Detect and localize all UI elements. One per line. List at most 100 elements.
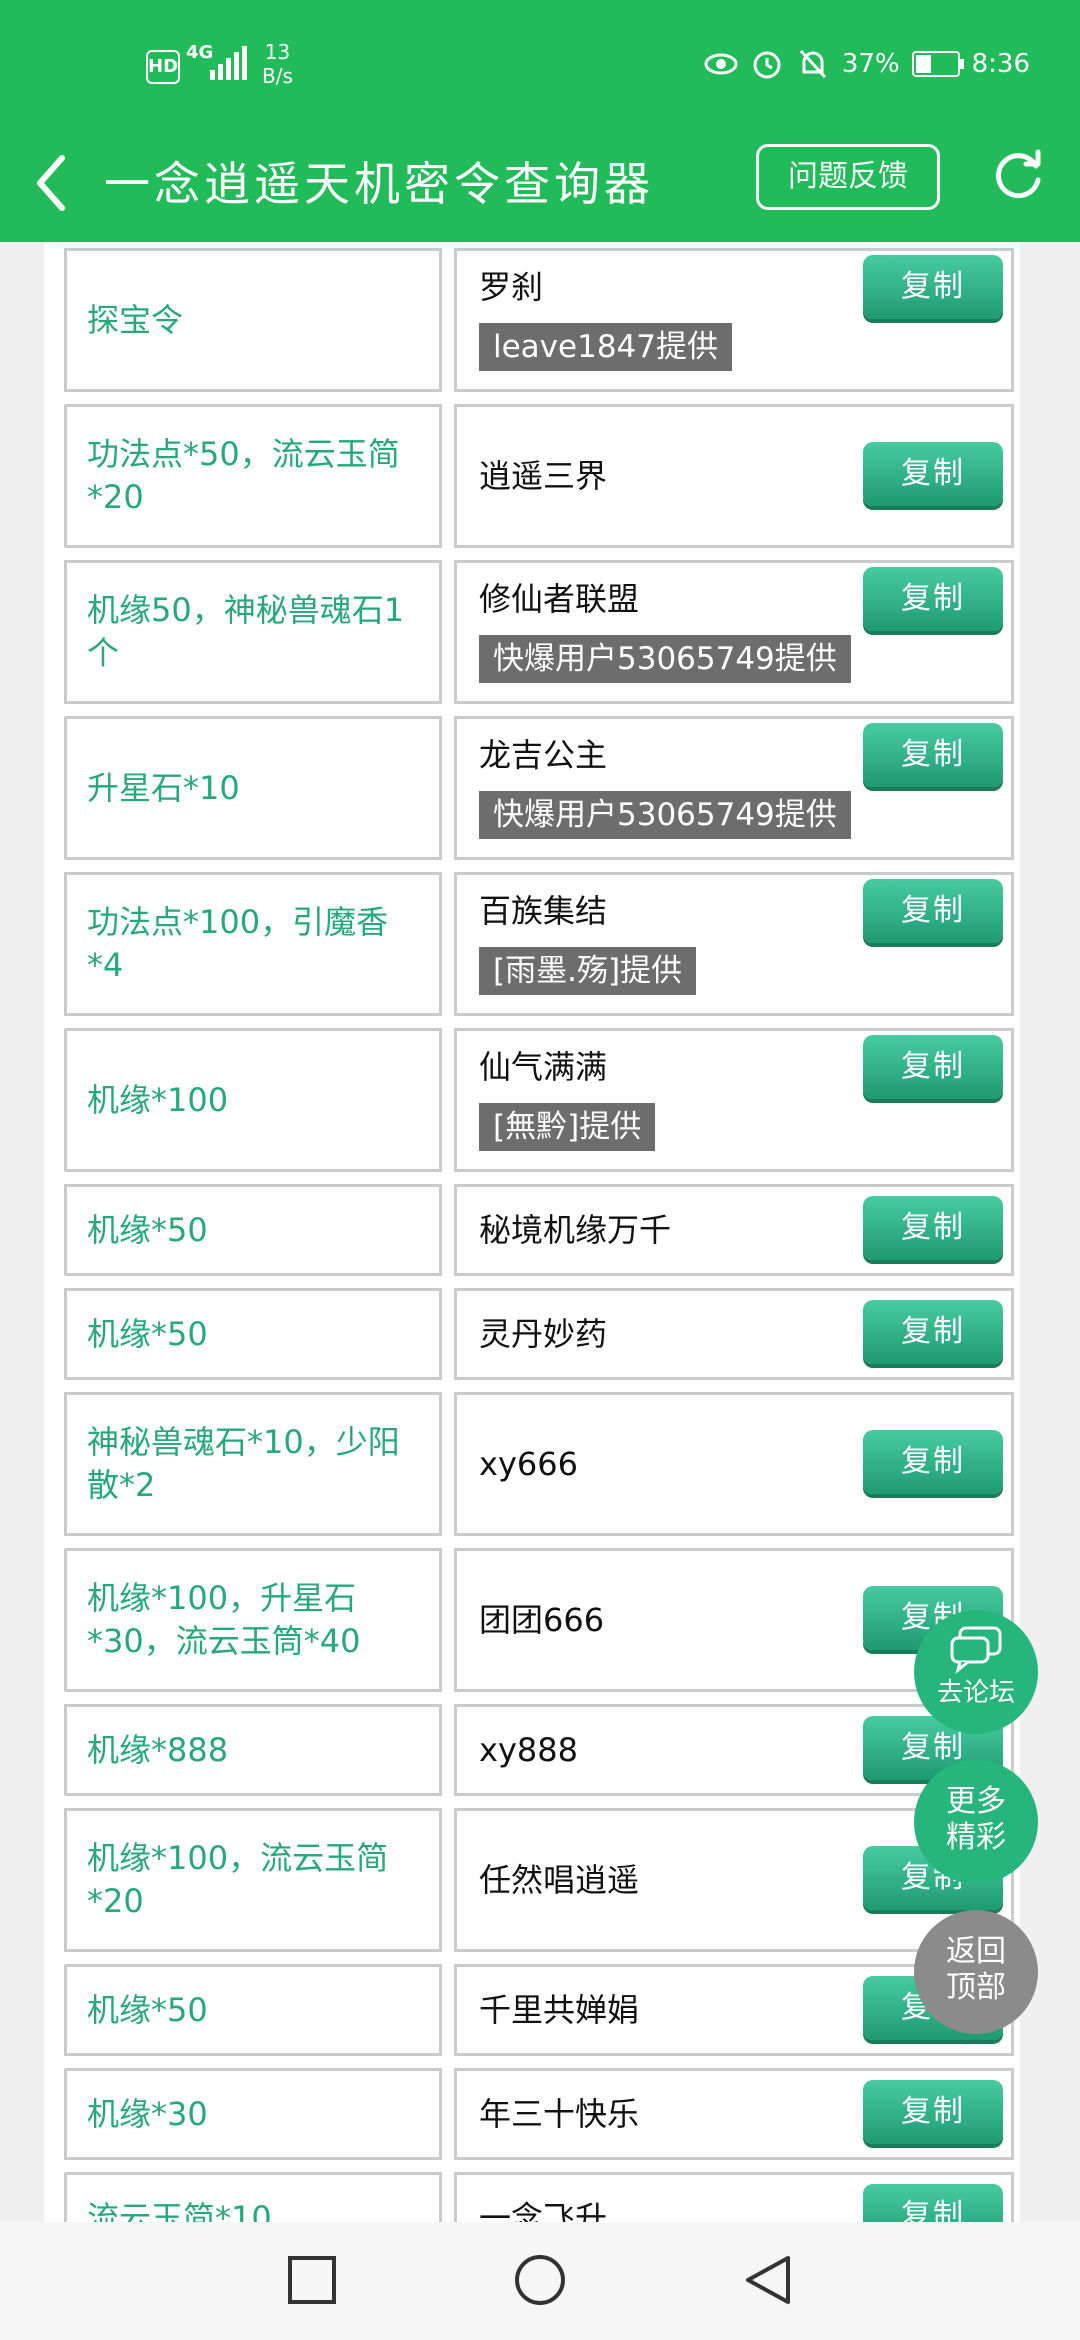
reward-cell: 机缘*100，流云玉简*20 <box>64 1808 442 1952</box>
table-row: 机缘*30 年三十快乐 复制 <box>44 2062 1020 2166</box>
reward-text: 神秘兽魂石*10，少阳散*2 <box>87 1423 400 1504</box>
more-button[interactable]: 更多 精彩 <box>914 1760 1038 1884</box>
table-row: 探宝令 罗刹 leave1847提供 复制 <box>44 242 1020 398</box>
table-row: 机缘50，神秘兽魂石1个 修仙者联盟 快爆用户53065749提供 复制 <box>44 554 1020 710</box>
reward-text: 流云玉简*10 <box>87 2198 272 2223</box>
reward-text: 探宝令 <box>87 300 184 339</box>
reward-text: 机缘50，神秘兽魂石1个 <box>87 591 405 672</box>
reward-cell: 机缘*50 <box>64 1288 442 1380</box>
copy-button[interactable]: 复制 <box>863 442 1003 506</box>
reward-text: 机缘*50 <box>87 1990 208 2029</box>
table-row: 机缘*50 秘境机缘万千 复制 <box>44 1178 1020 1282</box>
code-text: 年三十快乐 <box>479 2095 640 2133</box>
code-text: 团团666 <box>479 1601 605 1639</box>
code-cell: 一念飞升 复制 <box>454 2172 1014 2222</box>
code-cell: 秘境机缘万千 复制 <box>454 1184 1014 1276</box>
copy-button[interactable]: 复制 <box>863 2184 1003 2222</box>
code-cell: 罗刹 leave1847提供 复制 <box>454 248 1014 392</box>
battery-percent: 37% <box>841 49 900 79</box>
reward-cell: 功法点*100，引魔香*4 <box>64 872 442 1016</box>
provider-badge: 快爆用户53065749提供 <box>479 635 851 683</box>
code-cell: 年三十快乐 复制 <box>454 2068 1014 2160</box>
forum-label: 去论坛 <box>936 1678 1015 1708</box>
reward-text: 机缘*100，升星石*30，流云玉筒*40 <box>87 1579 361 1660</box>
reward-cell: 功法点*50，流云玉简*20 <box>64 404 442 548</box>
table-row: 机缘*100，升星石*30，流云玉筒*40 团团666 复制 <box>44 1542 1020 1698</box>
reward-cell: 机缘*30 <box>64 2068 442 2160</box>
provider-badge: 快爆用户53065749提供 <box>479 791 851 839</box>
reward-cell: 机缘*100，升星石*30，流云玉筒*40 <box>64 1548 442 1692</box>
reward-text: 机缘*100，流云玉简*20 <box>87 1839 389 1920</box>
chevron-left-icon[interactable] <box>30 148 70 218</box>
table-row: 功法点*100，引魔香*4 百族集结 [雨墨.殇]提供 复制 <box>44 866 1020 1022</box>
provider-badge: [雨墨.殇]提供 <box>479 947 697 995</box>
back-to-top-button[interactable]: 返回 顶部 <box>914 1910 1038 2034</box>
code-cell: xy666 复制 <box>454 1392 1014 1536</box>
copy-button[interactable]: 复制 <box>863 2080 1003 2144</box>
copy-button[interactable]: 复制 <box>863 255 1003 319</box>
table-row: 机缘*50 灵丹妙药 复制 <box>44 1282 1020 1386</box>
code-text: 修仙者联盟 <box>479 580 640 618</box>
copy-button[interactable]: 复制 <box>863 1035 1003 1099</box>
code-text: 一念飞升 <box>479 2199 608 2222</box>
reward-text: 功法点*50，流云玉简*20 <box>87 435 400 516</box>
reward-cell: 机缘50，神秘兽魂石1个 <box>64 560 442 704</box>
code-text: 百族集结 <box>479 892 608 930</box>
copy-button[interactable]: 复制 <box>863 1196 1003 1260</box>
table-row: 机缘*50千里共婵娟复制 <box>44 1958 1020 2062</box>
code-list[interactable]: 探宝令 罗刹 leave1847提供 复制 功法点*50，流云玉简*20 逍遥三界 复制 机缘… <box>44 242 1020 2222</box>
code-cell: 仙气满满 [無黔]提供 复制 <box>454 1028 1014 1172</box>
more-label-2: 精彩 <box>946 1820 1006 1855</box>
reward-text: 机缘*100 <box>87 1080 229 1119</box>
top-label-1: 返回 <box>946 1934 1006 1969</box>
table-row: 功法点*50，流云玉简*20 逍遥三界 复制 <box>44 398 1020 554</box>
back-triangle-icon[interactable] <box>740 2252 796 2308</box>
code-cell: 修仙者联盟快爆用户53065749提供 复制 <box>454 560 1014 704</box>
code-text: 千里共婵娟 <box>479 1991 640 2029</box>
code-text: xy888 <box>479 1731 578 1769</box>
reward-cell: 机缘*888 <box>64 1704 442 1796</box>
copy-button[interactable]: 复制 <box>863 1300 1003 1364</box>
code-cell: 逍遥三界 复制 <box>454 404 1014 548</box>
clock: 8:36 <box>971 49 1030 79</box>
code-text: 灵丹妙药 <box>479 1315 608 1353</box>
code-text: xy666 <box>479 1445 578 1483</box>
table-row: 机缘*100 仙气满满 [無黔]提供 复制 <box>44 1022 1020 1178</box>
home-icon[interactable] <box>512 2252 568 2308</box>
code-text: 仙气满满 <box>479 1048 608 1086</box>
mute-bell-icon <box>796 47 830 81</box>
reward-text: 机缘*50 <box>87 1314 208 1353</box>
title-bar: 一念逍遥天机密令查询器 问题反馈 <box>0 130 1080 242</box>
table-row: 机缘*100，流云玉简*20 任然唱逍遥 复制 <box>44 1802 1020 1958</box>
copy-button[interactable]: 复制 <box>863 723 1003 787</box>
table-row: 机缘*888 xy888 复制 <box>44 1698 1020 1802</box>
recent-apps-icon[interactable] <box>284 2252 340 2308</box>
system-nav-bar <box>0 2222 1080 2340</box>
page-title: 一念逍遥天机密令查询器 <box>104 157 654 211</box>
code-text: 秘境机缘万千 <box>479 1211 672 1249</box>
reward-text: 升星石*10 <box>87 768 240 807</box>
code-cell: 龙吉公主快爆用户53065749提供 复制 <box>454 716 1014 860</box>
provider-badge: leave1847提供 <box>479 323 732 371</box>
code-text: 逍遥三界 <box>479 457 608 495</box>
reward-cell: 机缘*100 <box>64 1028 442 1172</box>
copy-button[interactable]: 复制 <box>863 567 1003 631</box>
top-label-2: 顶部 <box>946 1970 1006 2005</box>
table-row: 流云玉简*10 一念飞升 复制 <box>44 2166 1020 2222</box>
network-speed: 13 B/s <box>262 40 293 88</box>
app-header: HD 4G 13 B/s 37% 8:36 一念逍遥天机密令查询器 问题反馈 <box>0 0 1080 242</box>
reward-text: 机缘*888 <box>87 1730 229 1769</box>
eye-icon <box>704 47 738 81</box>
reward-cell: 机缘*50 <box>64 1184 442 1276</box>
forum-button[interactable]: 去论坛 <box>914 1610 1038 1734</box>
copy-button[interactable]: 复制 <box>863 1430 1003 1494</box>
code-text: 龙吉公主 <box>479 736 608 774</box>
reward-text: 机缘*50 <box>87 1210 208 1249</box>
copy-button[interactable]: 复制 <box>863 879 1003 943</box>
feedback-button[interactable]: 问题反馈 <box>756 144 940 210</box>
hd-badge: HD <box>146 50 180 84</box>
reward-cell: 机缘*50 <box>64 1964 442 2056</box>
alarm-icon <box>750 47 784 81</box>
refresh-icon[interactable] <box>990 148 1046 204</box>
chat-icon <box>950 1626 1002 1674</box>
